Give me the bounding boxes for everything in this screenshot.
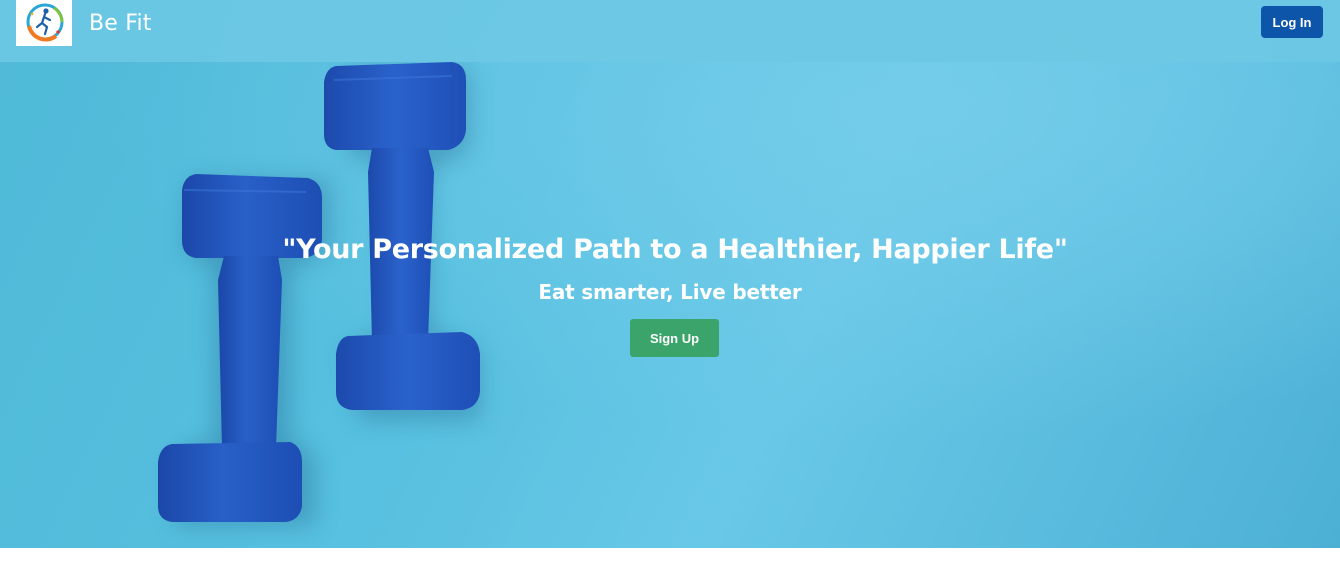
brand-name[interactable]: Be Fit	[89, 10, 152, 38]
hero-headline: "Your Personalized Path to a Healthier, …	[282, 234, 1068, 265]
sign-up-button[interactable]: Sign Up	[630, 319, 719, 357]
log-in-button[interactable]: Log In	[1261, 6, 1323, 38]
landing-page: "Your Personalized Path to a Healthier, …	[0, 0, 1340, 577]
hero-content: "Your Personalized Path to a Healthier, …	[0, 231, 1340, 357]
hero-section: "Your Personalized Path to a Healthier, …	[0, 0, 1340, 548]
runner-logo-icon[interactable]	[16, 0, 72, 46]
hero-subheadline: Eat smarter, Live better	[538, 280, 802, 304]
top-navbar: Be Fit Log In	[0, 0, 1340, 62]
